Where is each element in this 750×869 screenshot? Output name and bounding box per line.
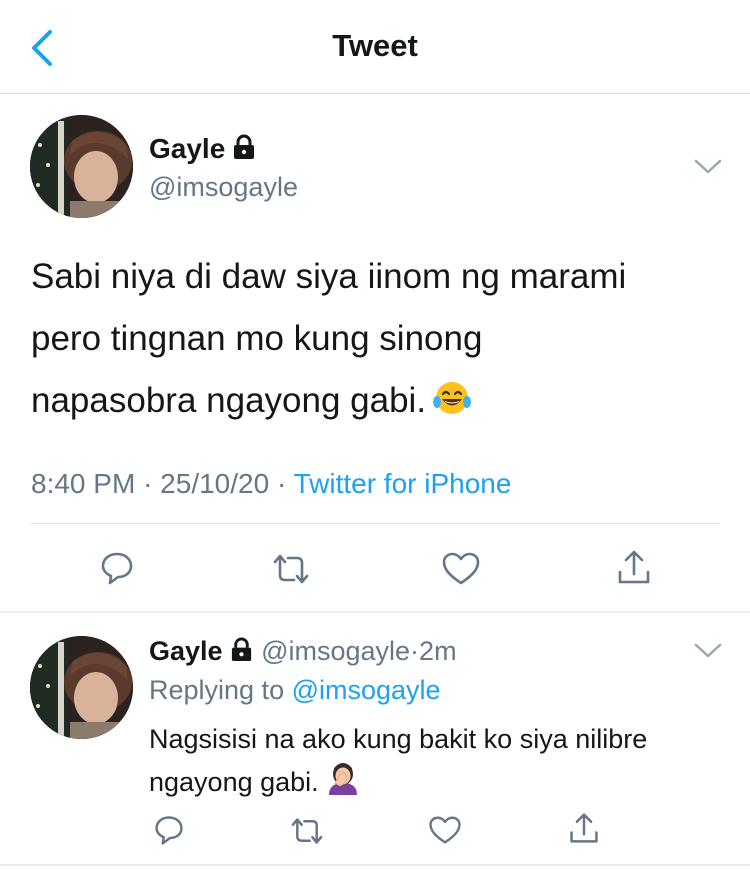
avatar-image <box>30 636 133 739</box>
reply-header: Gayle @imsogayle·2m <box>149 636 457 666</box>
avatar-image <box>30 115 133 218</box>
reply-icon[interactable] <box>99 550 135 586</box>
face-with-tears-of-joy-icon <box>433 382 472 414</box>
person-facepalming-icon <box>328 763 357 795</box>
chevron-down-icon[interactable] <box>693 158 723 176</box>
tweet-line: pero tingnan mo kung sinong <box>31 319 483 358</box>
retweet-icon[interactable] <box>270 552 312 586</box>
author-handle[interactable]: @imsogayle <box>149 172 298 203</box>
share-icon[interactable] <box>616 548 652 586</box>
tweet-time: 8:40 PM <box>31 468 136 499</box>
tweet-text: Sabi niya di daw siya iinom ng marami pe… <box>31 246 626 432</box>
like-icon[interactable] <box>441 551 481 587</box>
tweet-date: 25/10/20 <box>160 468 270 499</box>
lock-icon <box>234 134 255 159</box>
section-divider <box>0 611 750 613</box>
avatar[interactable] <box>30 115 133 218</box>
section-divider <box>0 864 750 866</box>
tweet-line: napasobra ngayong gabi. <box>31 370 626 432</box>
reply-line: ngayong gabi. <box>149 759 647 802</box>
lock-icon <box>231 637 251 662</box>
nav-header: Tweet <box>0 0 750 94</box>
avatar[interactable] <box>30 636 133 739</box>
tweet-meta: 8:40 PM · 25/10/20 · Twitter for iPhone <box>31 468 512 499</box>
share-icon[interactable] <box>568 811 600 845</box>
author-handle[interactable]: @imsogayle <box>261 636 410 666</box>
reply-icon[interactable] <box>153 814 185 846</box>
reply-text: Nagsisisi na ako kung bakit ko siya nili… <box>149 720 647 802</box>
replying-to: Replying to @imsogayle <box>149 675 441 705</box>
tweet-source-link[interactable]: Twitter for iPhone <box>294 468 512 499</box>
reply-line: Nagsisisi na ako kung bakit ko siya nili… <box>149 724 648 754</box>
page-title: Tweet <box>332 28 418 63</box>
divider <box>31 523 720 524</box>
replying-to-link[interactable]: @imsogayle <box>292 675 441 705</box>
author-name[interactable]: Gayle <box>149 133 257 165</box>
retweet-icon[interactable] <box>288 816 326 846</box>
tweet-line: Sabi niya di daw siya iinom ng marami <box>31 257 627 296</box>
like-icon[interactable] <box>428 815 462 846</box>
chevron-down-icon[interactable] <box>693 642 723 660</box>
tweet-age: 2m <box>419 636 457 666</box>
author-name[interactable]: Gayle <box>149 636 223 666</box>
